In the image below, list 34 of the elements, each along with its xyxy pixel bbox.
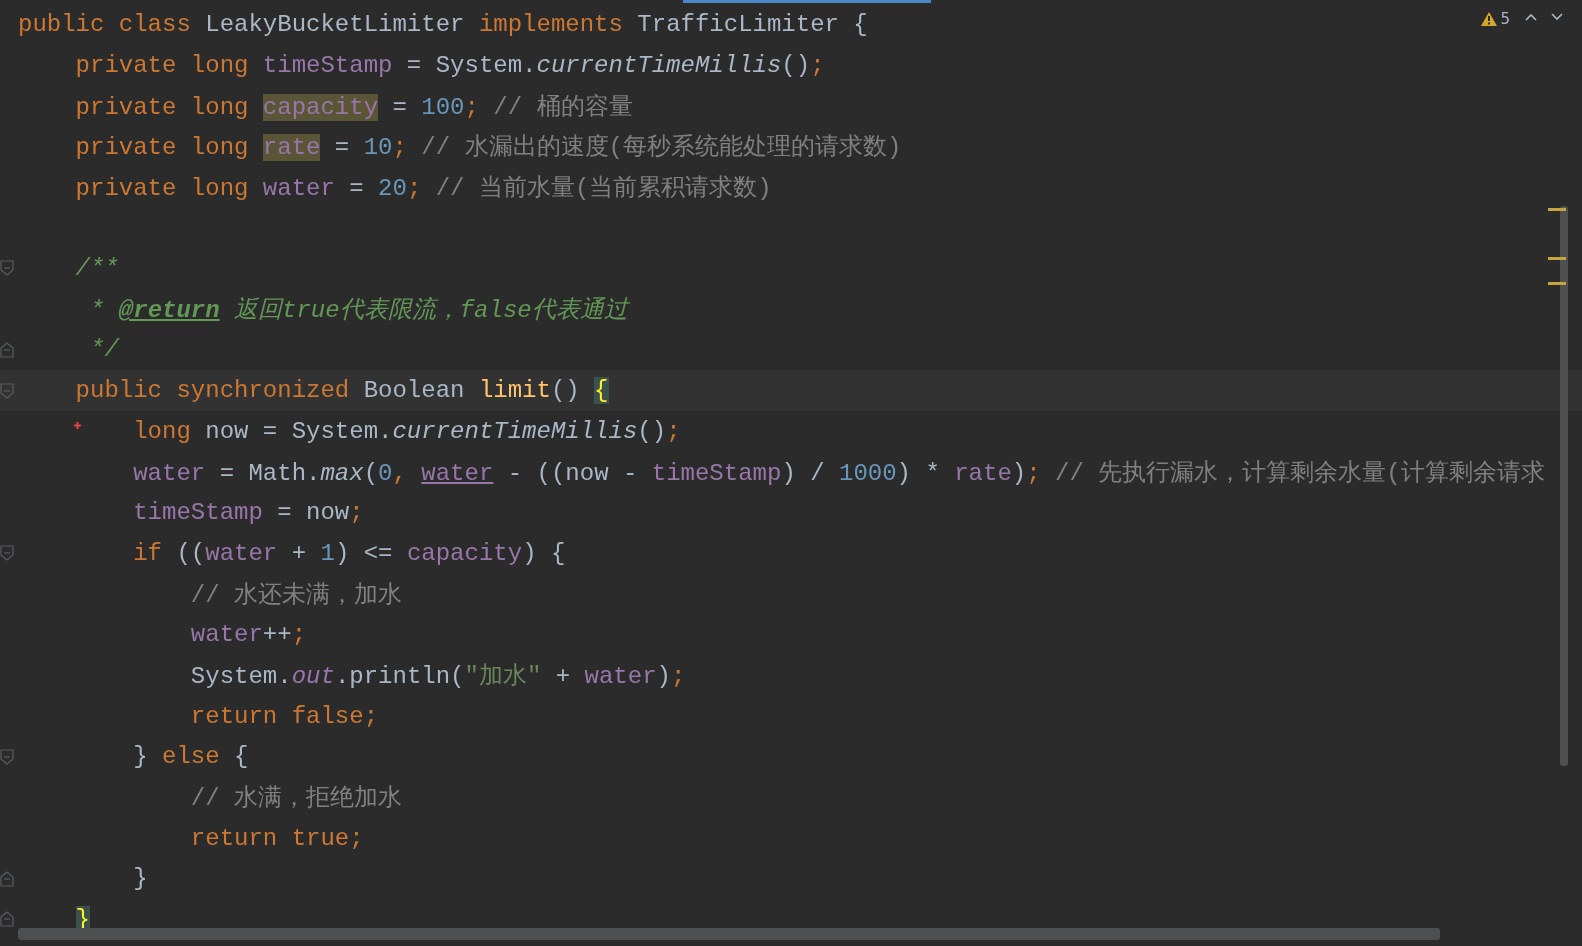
fold-icon[interactable] — [0, 382, 14, 399]
vertical-scrollbar[interactable] — [1560, 206, 1568, 766]
fold-icon[interactable] — [0, 911, 14, 928]
code-line: private long timeStamp = System.currentTimeMillis(); — [74, 51, 825, 79]
code-comment: // 水满，拒绝加水 — [189, 784, 403, 814]
code-line: private long water = 20; // 当前水量(当前累积请求数) — [74, 174, 772, 204]
previous-highlight-icon[interactable] — [1524, 12, 1538, 22]
code-line: private long capacity = 100; // 桶的容量 — [74, 92, 633, 122]
horizontal-scrollbar[interactable] — [18, 928, 1440, 940]
code-line: public synchronized Boolean limit() { — [74, 377, 609, 405]
warning-count: 5 — [1500, 10, 1510, 28]
code-line: if ((water + 1) <= capacity) { — [132, 539, 566, 567]
code-comment: */ — [89, 336, 119, 364]
code-line: } — [132, 865, 148, 893]
fold-icon[interactable] — [0, 341, 14, 358]
code-line: return true; — [189, 824, 364, 852]
code-line: private long rate = 10; // 水漏出的速度(每秒系统能处理的请求数) — [74, 133, 902, 163]
fold-icon[interactable] — [0, 870, 14, 887]
code-line: water++; — [189, 621, 307, 649]
code-line: long now = System.currentTimeMillis(); — [18, 417, 681, 445]
warning-icon[interactable] — [1481, 12, 1498, 26]
code-line: System.out.println("加水" + water); — [189, 662, 686, 692]
code-comment: // 水还未满，加水 — [189, 580, 403, 610]
code-comment: /** — [74, 254, 119, 282]
code-line: timeStamp = now; — [132, 499, 364, 527]
code-line: } else { — [132, 743, 249, 771]
fold-icon[interactable] — [0, 545, 14, 562]
fold-icon[interactable] — [0, 748, 14, 765]
code-line: public class LeakyBucketLimiter implements TrafficLimiter { — [18, 10, 868, 38]
fold-icon[interactable] — [0, 260, 14, 277]
code-comment: * @return 返回true代表限流，false代表通过 — [89, 296, 628, 326]
next-highlight-icon[interactable] — [1550, 12, 1564, 22]
code-line: return false; — [189, 702, 379, 730]
code-line: water = Math.max(0, water - ((now - timeStamp) / 1000) * rate); // 先执行漏水，计算剩余水量(计算剩余请求 — [132, 458, 1545, 488]
